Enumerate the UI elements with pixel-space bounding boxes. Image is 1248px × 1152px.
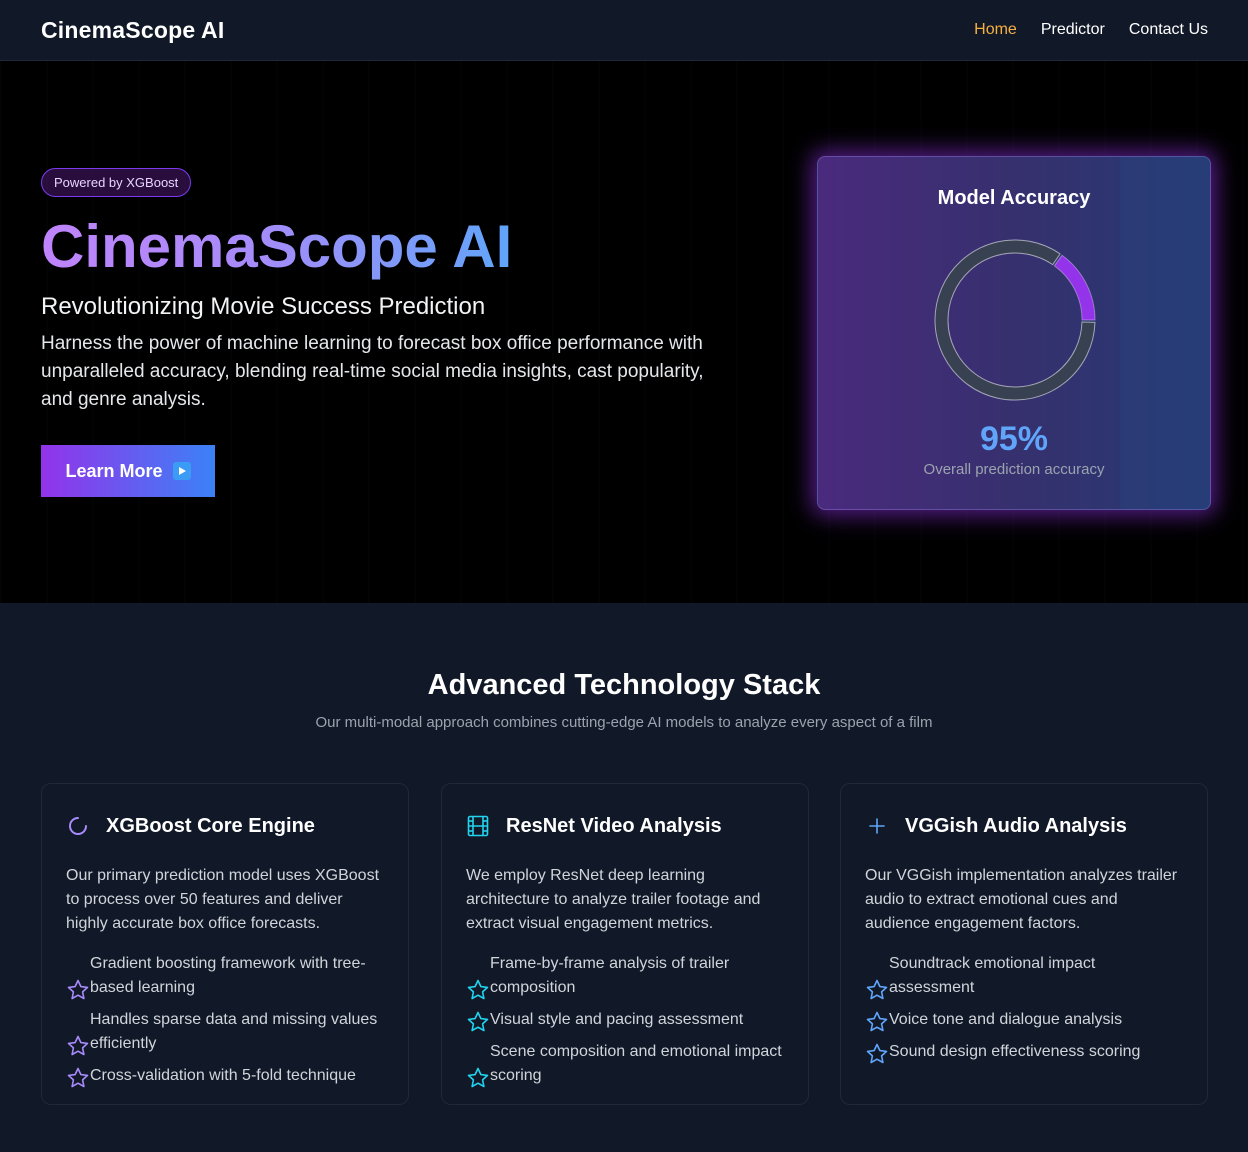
learn-more-button[interactable]: Learn More: [41, 445, 215, 497]
feature-list: Gradient boosting framework with tree-ba…: [66, 952, 384, 1088]
powered-by-badge: Powered by XGBoost: [41, 168, 192, 197]
plus-icon: [865, 814, 889, 838]
tech-card-vggish: VGGish Audio Analysis Our VGGish impleme…: [840, 783, 1208, 1105]
card-title: XGBoost Core Engine: [106, 814, 315, 837]
star-icon: [67, 1067, 89, 1088]
film-icon: [466, 814, 490, 838]
tech-card-resnet: ResNet Video Analysis We employ ResNet d…: [441, 783, 809, 1105]
card-title: ResNet Video Analysis: [506, 814, 722, 837]
hero-title: CinemaScope AI: [41, 211, 512, 283]
list-item: Visual style and pacing assessment: [466, 1008, 784, 1032]
tech-section-title: Advanced Technology Stack: [427, 669, 821, 701]
list-item: Gradient boosting framework with tree-ba…: [66, 952, 384, 1000]
star-icon: [467, 1011, 489, 1032]
brand-logo-text[interactable]: CinemaScope AI: [41, 17, 224, 44]
learn-more-label: Learn More: [65, 460, 163, 481]
hero-section: Powered by XGBoost CinemaScope AI Revolu…: [0, 61, 1248, 603]
hero-subtitle: Revolutionizing Movie Success Prediction: [41, 293, 486, 320]
play-icon: [172, 462, 191, 480]
accuracy-donut-chart: [934, 239, 1096, 401]
card-description: Our primary prediction model uses XGBoos…: [66, 867, 380, 932]
model-accuracy-card: Model Accuracy 95% Overall prediction ac…: [817, 156, 1211, 510]
tech-card-xgboost: XGBoost Core Engine Our primary predicti…: [41, 783, 409, 1105]
star-icon: [467, 979, 489, 1000]
list-item: Handles sparse data and missing values e…: [66, 1008, 384, 1056]
card-title: VGGish Audio Analysis: [905, 814, 1127, 837]
star-icon: [67, 1035, 89, 1056]
list-item: Soundtrack emotional impact assessment: [865, 952, 1183, 1000]
nav-link-contact[interactable]: Contact Us: [1129, 21, 1208, 39]
star-icon: [467, 1067, 489, 1088]
accuracy-card-title: Model Accuracy: [937, 187, 1091, 209]
donut-segment-accuracy: [1053, 254, 1096, 321]
list-item: Cross-validation with 5-fold technique: [66, 1064, 384, 1088]
accuracy-value: 95%: [979, 420, 1049, 458]
star-icon: [866, 1043, 888, 1064]
list-item: Voice tone and dialogue analysis: [865, 1008, 1183, 1032]
star-icon: [866, 1011, 888, 1032]
star-icon: [67, 979, 89, 1000]
feature-list: Frame-by-frame analysis of trailer compo…: [466, 952, 784, 1088]
star-icon: [866, 979, 888, 1000]
accuracy-caption: Overall prediction accuracy: [923, 461, 1105, 478]
feature-list: Soundtrack emotional impact assessment V…: [865, 952, 1183, 1064]
nav-link-home[interactable]: Home: [974, 21, 1017, 39]
list-item: Frame-by-frame analysis of trailer compo…: [466, 952, 784, 1000]
tech-section-subtitle: Our multi-modal approach combines cuttin…: [315, 714, 933, 731]
hero-description: Harness the power of machine learning to…: [41, 333, 704, 410]
nav-links: Home Predictor Contact Us: [974, 21, 1208, 39]
nav-link-predictor[interactable]: Predictor: [1041, 21, 1105, 39]
card-description: We employ ResNet deep learning architect…: [466, 867, 761, 932]
top-navbar: CinemaScope AI Home Predictor Contact Us: [0, 0, 1248, 61]
list-item: Sound design effectiveness scoring: [865, 1040, 1183, 1064]
spinner-icon: [66, 814, 90, 838]
list-item: Scene composition and emotional impact s…: [466, 1040, 784, 1088]
card-description: Our VGGish implementation analyzes trail…: [865, 867, 1178, 932]
